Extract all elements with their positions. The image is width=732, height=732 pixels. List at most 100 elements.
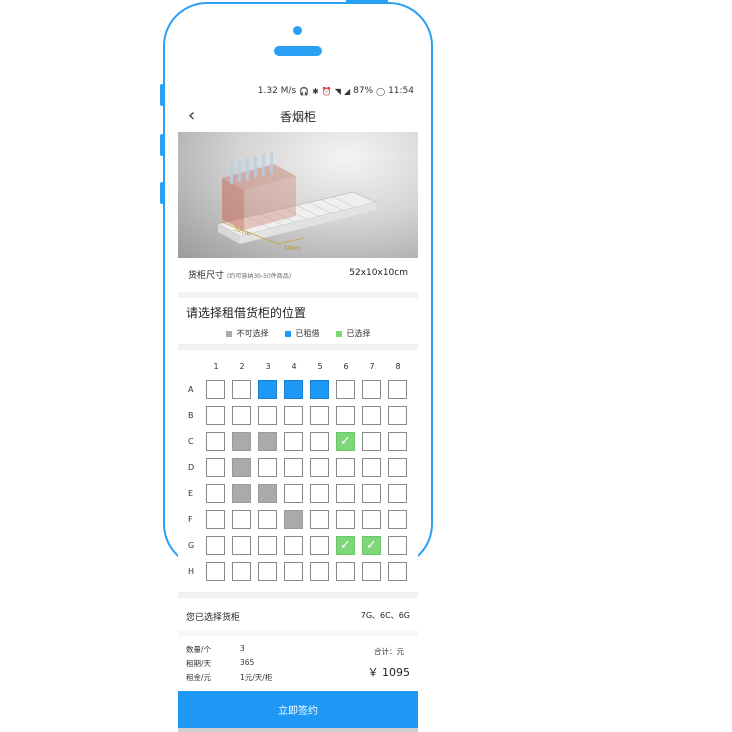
status-bar: 1.32 M/s 🎧 ✱ ⏰ ◥ ◢ 87% ◯ 11:54: [178, 82, 418, 100]
app-screen: 1.32 M/s 🎧 ✱ ⏰ ◥ ◢ 87% ◯ 11:54 ‹ 香烟柜 52c…: [178, 82, 418, 732]
row-label: E: [188, 489, 194, 498]
slot-cell-C8[interactable]: [388, 432, 407, 451]
slot-cell-H6[interactable]: [336, 562, 355, 581]
row-label: A: [188, 385, 194, 394]
slot-cell-G6[interactable]: ✓: [336, 536, 355, 555]
slot-cell-E4[interactable]: [284, 484, 303, 503]
legend-item-selected: 已选择: [335, 328, 371, 339]
slot-cell-E5[interactable]: [310, 484, 329, 503]
column-label: 8: [395, 362, 401, 371]
battery-percent: 87%: [353, 86, 374, 96]
slot-cell-F3[interactable]: [258, 510, 277, 529]
slot-cell-G5[interactable]: [310, 536, 329, 555]
slot-cell-D1[interactable]: [206, 458, 225, 477]
slot-cell-D5[interactable]: [310, 458, 329, 477]
signal-icon: ◢: [343, 86, 351, 96]
slot-cell-G3[interactable]: [258, 536, 277, 555]
slot-cell-F2[interactable]: [232, 510, 251, 529]
summary-row-quantity: 数量/个 3: [186, 644, 245, 655]
slot-cell-A2[interactable]: [232, 380, 251, 399]
legend: 不可选择 已租借 已选择: [178, 328, 418, 339]
chosen-row: 您已选择货柜 7G、6C、6G: [178, 592, 418, 634]
slot-cell-B4[interactable]: [284, 406, 303, 425]
checkmark-icon: ✓: [366, 538, 377, 553]
slot-cell-A7[interactable]: [362, 380, 381, 399]
slot-cell-D8[interactable]: [388, 458, 407, 477]
slot-cell-C5[interactable]: [310, 432, 329, 451]
slot-cell-H8[interactable]: [388, 562, 407, 581]
slot-cell-E1[interactable]: [206, 484, 225, 503]
column-label: 2: [239, 362, 245, 371]
total-label: 合计：元: [374, 647, 404, 656]
slot-cell-B7[interactable]: [362, 406, 381, 425]
checkmark-icon: ✓: [340, 434, 351, 449]
slot-cell-A8[interactable]: [388, 380, 407, 399]
column-label: 3: [265, 362, 271, 371]
slot-cell-B2[interactable]: [232, 406, 251, 425]
summary-row-period: 租期/天 365: [186, 658, 254, 669]
column-label: 5: [317, 362, 323, 371]
slot-cell-G8[interactable]: [388, 536, 407, 555]
slot-cell-H4[interactable]: [284, 562, 303, 581]
slot-cell-B3[interactable]: [258, 406, 277, 425]
slot-cell-D3[interactable]: [258, 458, 277, 477]
section-title: 请选择租借货柜的位置: [186, 306, 307, 320]
slot-cell-H7[interactable]: [362, 562, 381, 581]
slot-cell-C6[interactable]: ✓: [336, 432, 355, 451]
slot-cell-E7[interactable]: [362, 484, 381, 503]
slot-grid: 1 2 3 4 5 6 7 8 A B C ✓ D E F G ✓ ✓ H: [178, 350, 418, 586]
summary-label: 租期/天: [186, 659, 212, 668]
slot-cell-E3: [258, 484, 277, 503]
slot-cell-D7[interactable]: [362, 458, 381, 477]
legend-label: 已选择: [346, 329, 371, 338]
slot-cell-A1[interactable]: [206, 380, 225, 399]
slot-cell-F8[interactable]: [388, 510, 407, 529]
slot-cell-H3[interactable]: [258, 562, 277, 581]
summary-value: 3: [240, 644, 245, 653]
row-label: G: [188, 541, 195, 550]
size-row: 货柜尺寸 (约可容纳30-50件商品) 52x10x10cm: [178, 258, 418, 298]
slot-cell-B1[interactable]: [206, 406, 225, 425]
slot-cell-G4[interactable]: [284, 536, 303, 555]
slot-cell-B6[interactable]: [336, 406, 355, 425]
slot-cell-C3: [258, 432, 277, 451]
slot-cell-C4[interactable]: [284, 432, 303, 451]
summary-label: 数量/个: [186, 645, 212, 654]
network-speed: 1.32 M/s: [257, 86, 297, 96]
slot-cell-E8[interactable]: [388, 484, 407, 503]
slot-cell-D6[interactable]: [336, 458, 355, 477]
phone-speaker: [274, 46, 322, 56]
slot-cell-H1[interactable]: [206, 562, 225, 581]
slot-cell-F6[interactable]: [336, 510, 355, 529]
slot-cell-E2: [232, 484, 251, 503]
legend-swatch: [225, 330, 232, 337]
bluetooth-icon: ✱: [312, 86, 319, 96]
slot-cell-F7[interactable]: [362, 510, 381, 529]
slot-cell-G7[interactable]: ✓: [362, 536, 381, 555]
slot-cell-H2[interactable]: [232, 562, 251, 581]
order-summary: 数量/个 3 租期/天 365 租金/元 1元/天/柜 合计：元 ￥ 1095: [178, 630, 418, 696]
phone-side-button: [160, 182, 164, 204]
slot-cell-H5[interactable]: [310, 562, 329, 581]
slot-cell-B8[interactable]: [388, 406, 407, 425]
slot-cell-E6[interactable]: [336, 484, 355, 503]
slot-cell-D2: [232, 458, 251, 477]
slot-cell-C7[interactable]: [362, 432, 381, 451]
slot-cell-G1[interactable]: [206, 536, 225, 555]
slot-cell-D4[interactable]: [284, 458, 303, 477]
column-label: 7: [369, 362, 375, 371]
slot-cell-F1[interactable]: [206, 510, 225, 529]
legend-swatch: [284, 330, 291, 337]
headphones-icon: 🎧: [299, 86, 310, 96]
slot-cell-C1[interactable]: [206, 432, 225, 451]
summary-label: 租金/元: [186, 673, 212, 682]
slot-cell-F5[interactable]: [310, 510, 329, 529]
sign-contract-button[interactable]: 立即签约: [178, 691, 418, 728]
slot-cell-G2[interactable]: [232, 536, 251, 555]
size-label-text: 货柜尺寸: [188, 271, 225, 281]
slot-cell-B5[interactable]: [310, 406, 329, 425]
column-label: 6: [343, 362, 349, 371]
slot-cell-A6[interactable]: [336, 380, 355, 399]
row-label: C: [188, 437, 194, 446]
row-label: F: [188, 515, 193, 524]
